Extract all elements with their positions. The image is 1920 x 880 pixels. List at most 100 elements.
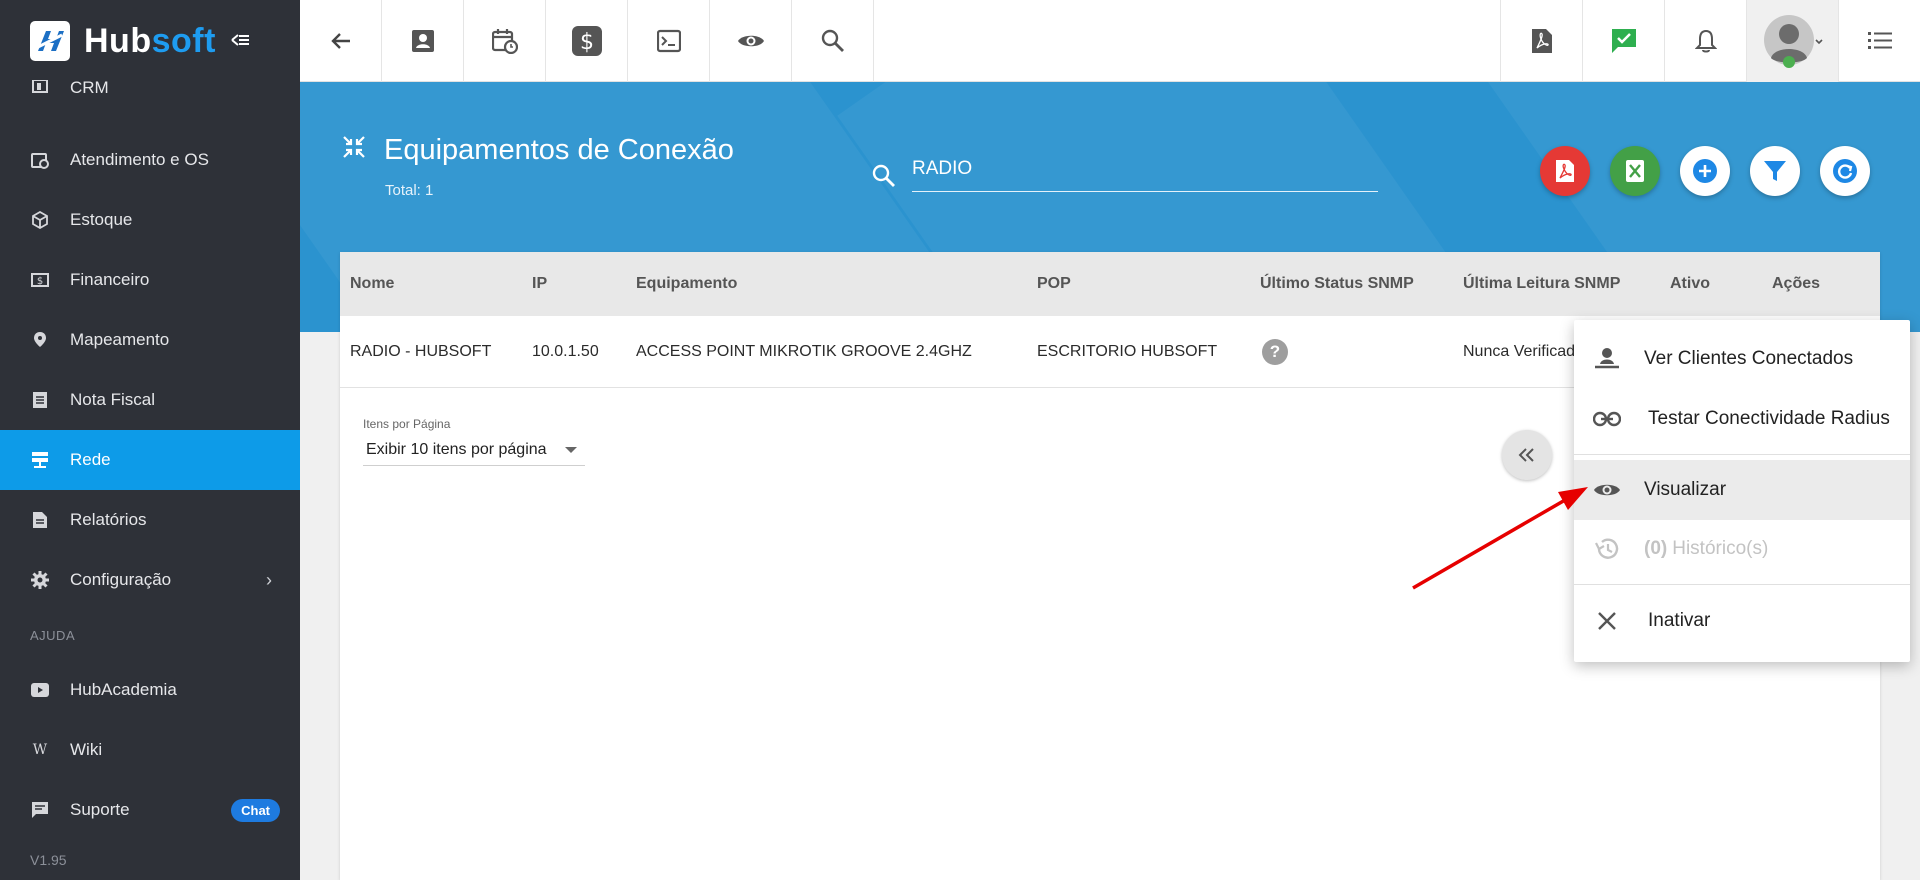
sidebar-item-label: Estoque [70, 210, 133, 229]
link-icon [1592, 404, 1622, 434]
avatar [1763, 15, 1823, 68]
sidebar-item-estoque[interactable]: Estoque [0, 190, 300, 250]
terminal-icon [656, 29, 681, 53]
excel-icon [1626, 160, 1644, 182]
help-circle-icon[interactable]: ? [1262, 338, 1288, 365]
search-input[interactable]: RADIO [912, 158, 972, 180]
row-actions-menu: Ver Clientes Conectados Testar Conectivi… [1574, 320, 1910, 662]
sidebar-item-crm[interactable]: CRM [0, 78, 300, 100]
double-chevron-left-icon [1518, 448, 1534, 462]
header-equipamento[interactable]: Equipamento [636, 275, 737, 293]
notifications-button[interactable] [1664, 0, 1746, 82]
list-menu-button[interactable] [1838, 0, 1920, 82]
help-section-label: AJUDA [30, 627, 76, 643]
sidebar-item-suporte[interactable]: Suporte Chat [0, 780, 300, 840]
menu-item-testar-radius[interactable]: Testar Conectividade Radius [1574, 390, 1910, 448]
crm-icon [30, 78, 50, 98]
arrow-left-icon [330, 33, 350, 49]
sidebar-item-label: Atendimento e OS [70, 150, 209, 169]
items-per-page-value: Exibir 10 itens por página [366, 440, 547, 458]
search-field[interactable]: RADIO [872, 152, 1378, 192]
cell-ultima-leitura: Nunca Verificad [1463, 342, 1576, 360]
historico-count: (0) [1644, 538, 1668, 559]
close-icon [1592, 606, 1622, 636]
filter-button[interactable] [1750, 146, 1800, 196]
header-acoes: Ações [1772, 275, 1821, 292]
sidebar-item-atendimento[interactable]: Atendimento e OS [0, 130, 300, 190]
items-per-page-select[interactable]: Exibir 10 itens por página [363, 434, 585, 466]
menu-item-label: Ver Clientes Conectados [1644, 348, 1854, 369]
page-title: Equipamentos de Conexão [342, 134, 734, 167]
contacts-button[interactable] [382, 0, 464, 82]
pdf-icon [1531, 29, 1552, 53]
chevron-right-icon: › [266, 569, 272, 590]
sidebar-item-label: HubAcademia [70, 680, 177, 699]
header-ultima-leitura[interactable]: Última Leitura SNMP [1463, 275, 1620, 293]
top-toolbar: $ [300, 0, 1920, 82]
calendar-clock-icon [491, 29, 518, 54]
menu-item-ver-clientes[interactable]: Ver Clientes Conectados [1574, 330, 1910, 388]
export-excel-button[interactable] [1610, 146, 1660, 196]
page-title-text: Equipamentos de Conexão [384, 134, 734, 166]
svg-text:$: $ [37, 276, 43, 287]
view-button[interactable] [710, 0, 792, 82]
receipt-icon [30, 390, 50, 410]
back-button[interactable] [300, 0, 382, 82]
search-button[interactable] [792, 0, 874, 82]
menu-item-inativar[interactable]: Inativar [1574, 592, 1910, 650]
user-menu-button[interactable] [1746, 0, 1838, 82]
gear-icon [30, 570, 50, 590]
sidebar-item-label: Mapeamento [70, 330, 170, 349]
map-pin-icon [30, 330, 50, 350]
header-ultimo-status[interactable]: Último Status SNMP [1260, 275, 1414, 293]
add-button[interactable] [1680, 146, 1730, 196]
sidebar-item-wiki[interactable]: W Wiki [0, 720, 300, 780]
sidebar-item-hubacademia[interactable]: HubAcademia [0, 660, 300, 720]
sidebar-item-mapeamento[interactable]: Mapeamento [0, 310, 300, 370]
chat-check-icon [1611, 29, 1636, 53]
sidebar: Hubsoft CRM Atendimento e OS Estoque $ F… [0, 0, 300, 880]
sidebar-item-label: Suporte [70, 800, 130, 819]
search-underline [912, 191, 1378, 192]
collapse-sidebar-icon[interactable] [230, 27, 250, 55]
header-ip[interactable]: IP [532, 275, 547, 293]
header-pop[interactable]: POP [1037, 275, 1071, 293]
schedule-button[interactable] [464, 0, 546, 82]
header-nome[interactable]: Nome [350, 275, 394, 293]
header-ativo[interactable]: Ativo [1670, 275, 1710, 293]
brand: Hubsoft [0, 0, 300, 82]
youtube-icon [30, 680, 50, 700]
pdf-button[interactable] [1500, 0, 1582, 82]
sidebar-item-configuracao[interactable]: Configuração › [0, 550, 300, 610]
sidebar-item-label: Configuração [70, 570, 172, 589]
sidebar-item-nota-fiscal[interactable]: Nota Fiscal [0, 370, 300, 430]
menu-item-label: Histórico(s) [1672, 538, 1769, 559]
sidebar-item-relatorios[interactable]: Relatórios [0, 490, 300, 550]
chat-badge[interactable]: Chat [231, 798, 280, 822]
menu-item-visualizar[interactable]: Visualizar [1574, 460, 1910, 520]
wikipedia-icon: W [32, 742, 48, 758]
export-pdf-button[interactable] [1540, 146, 1590, 196]
box-icon [30, 210, 50, 230]
network-icon [30, 450, 50, 470]
cell-pop: ESCRITORIO HUBSOFT [1037, 342, 1218, 360]
sidebar-item-label: Nota Fiscal [70, 390, 156, 409]
sidebar-item-label: Wiki [70, 740, 103, 759]
first-page-button[interactable] [1502, 430, 1552, 480]
terminal-button[interactable] [628, 0, 710, 82]
chat-icon [30, 800, 50, 820]
refresh-button[interactable] [1820, 146, 1870, 196]
tasks-button[interactable] [1582, 0, 1664, 82]
menu-item-label: Visualizar [1644, 479, 1727, 500]
sidebar-item-rede[interactable]: Rede [0, 430, 300, 490]
sidebar-item-label: Financeiro [70, 270, 150, 289]
sidebar-item-financeiro[interactable]: $ Financeiro [0, 250, 300, 310]
eye-icon [737, 35, 764, 47]
menu-divider [1574, 584, 1910, 585]
add-circle-icon [1693, 159, 1717, 183]
menu-item-label: Inativar [1648, 610, 1711, 631]
contact-card-icon [411, 30, 434, 52]
bell-icon [1694, 29, 1717, 53]
menu-item-label: Testar Conectividade Radius [1648, 408, 1890, 429]
finance-button[interactable]: $ [546, 0, 628, 82]
